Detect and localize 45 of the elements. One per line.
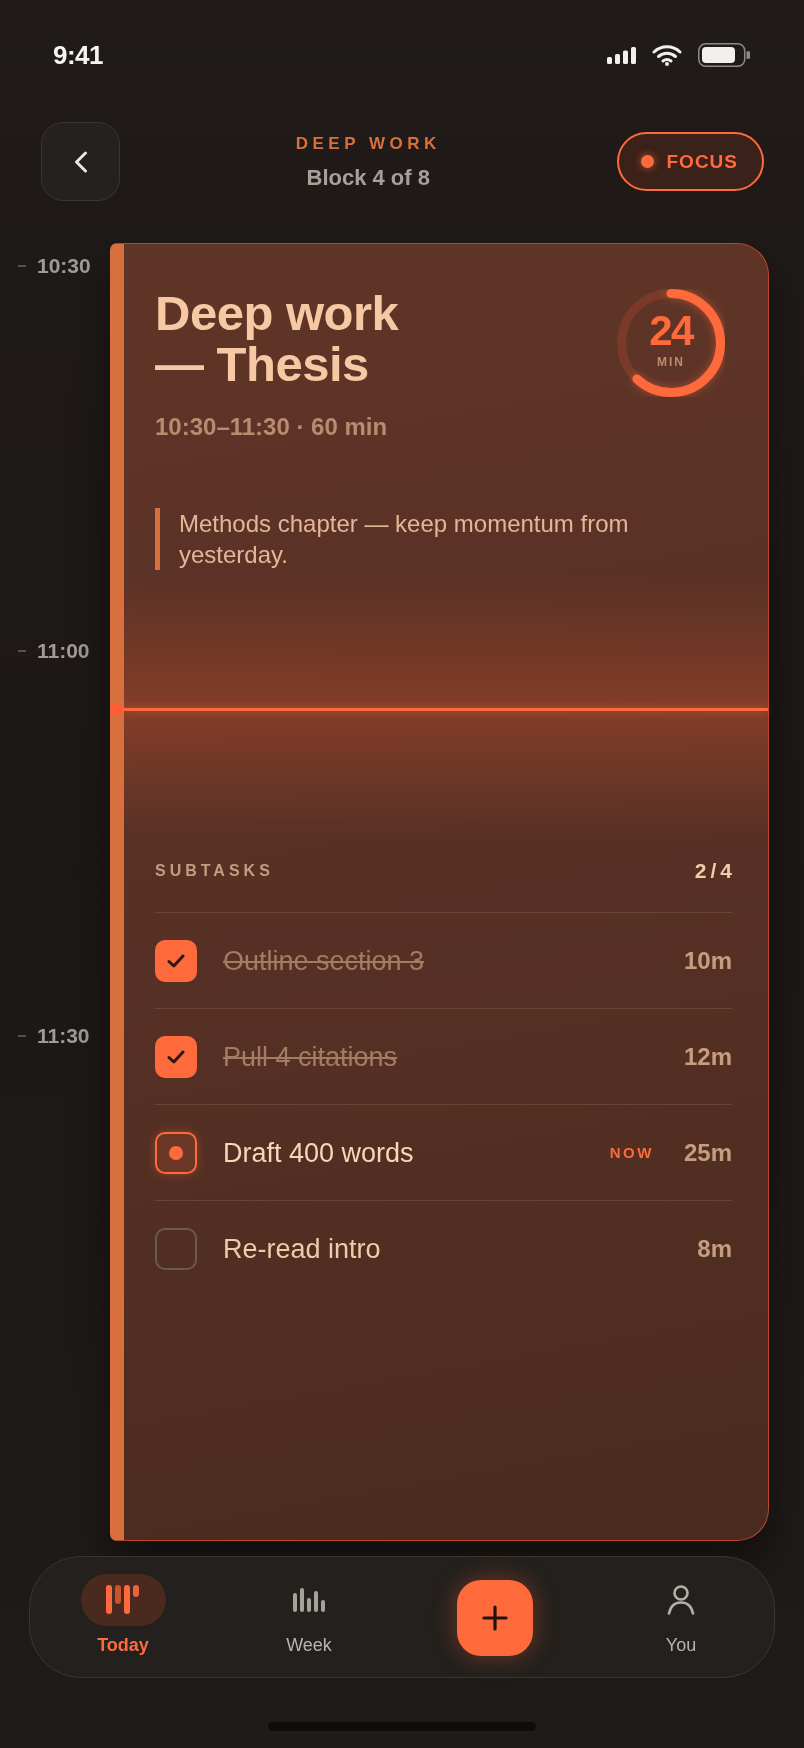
nav-tab[interactable]: Week	[286, 1573, 332, 1657]
bars-icon	[80, 1573, 166, 1626]
nav-tab[interactable]: Today	[80, 1573, 166, 1657]
nav-tab[interactable]: You	[665, 1573, 697, 1657]
duration-label: 12m	[683, 1041, 732, 1072]
subtask-title: Re-read intro	[223, 1232, 382, 1266]
time-label: 11:30	[37, 1024, 90, 1048]
dot-icon	[169, 1145, 183, 1160]
current-label: NOW	[609, 1142, 654, 1163]
status-dot-icon	[640, 155, 654, 168]
checkmark-icon	[167, 953, 185, 968]
checkbox[interactable]	[155, 939, 197, 982]
subtasks-count: 2/4	[694, 859, 736, 883]
checkbox[interactable]	[155, 1227, 197, 1270]
status-time: 9:41	[53, 40, 104, 70]
focus-toggle[interactable]: FOCUS	[616, 132, 764, 191]
event-time-range: 10:30–11:30 · 60 min	[155, 412, 389, 442]
section-label: DEEP WORK	[295, 132, 441, 155]
checkmark-icon	[167, 1049, 185, 1064]
hour-marker-icon	[18, 1035, 26, 1037]
signal-icon	[607, 46, 636, 64]
add-button[interactable]	[457, 1579, 533, 1656]
subtask-title: Pull 4 citations	[223, 1040, 399, 1074]
subtasks-label: SUBTASKS	[155, 861, 274, 881]
subtask-title: Draft 400 words	[223, 1136, 415, 1170]
duration-label: 10m	[683, 945, 732, 976]
block-counter: Block 4 of 8	[306, 164, 430, 191]
duration-label: 25m	[683, 1137, 732, 1168]
event-note: Methods chapter — keep momentum from yesterday.	[155, 508, 699, 570]
checkbox[interactable]	[155, 1131, 197, 1174]
event-card[interactable]: Deep work — Thesis 10:30–11:30 · 60 min 24 MIN Methods chapter — keep momentum from yesterday. SUBTASKS 2/4 Outline section 3 10m Pull 4 citations 12m Draft 400 words NOW 25m Re-read intro 8m	[110, 243, 769, 1541]
battery-icon	[698, 43, 750, 67]
timer-unit: MIN	[657, 355, 685, 369]
checkbox[interactable]	[155, 1035, 197, 1078]
hour-marker-icon	[18, 650, 26, 652]
plus-icon	[482, 1604, 508, 1631]
wifi-icon	[652, 44, 682, 66]
time-label: 11:00	[37, 639, 90, 663]
hour-marker-icon	[18, 265, 26, 267]
event-title: Deep work — Thesis	[155, 288, 400, 390]
duration-label: 8m	[697, 1233, 732, 1264]
subtask-title: Outline section 3	[223, 944, 426, 978]
time-label: 10:30	[37, 254, 91, 278]
chevron-left-icon	[73, 150, 88, 173]
timer-minutes: 24	[649, 311, 693, 351]
